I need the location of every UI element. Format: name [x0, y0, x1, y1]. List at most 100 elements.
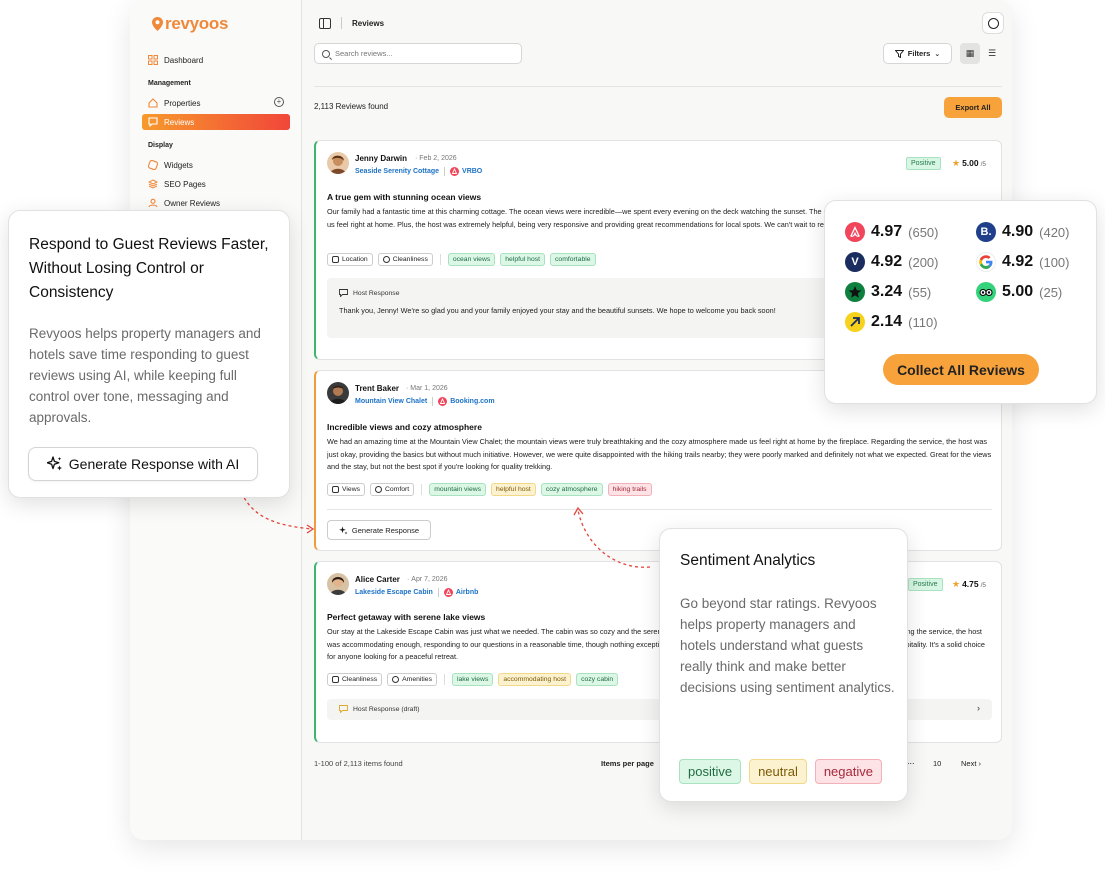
- view-toggle: ▦ ☰: [960, 43, 1002, 64]
- avatar: [327, 382, 349, 404]
- sentiment-tag: cozy cabin: [576, 673, 619, 686]
- property-link[interactable]: Mountain View Chalet: [355, 398, 427, 405]
- sentiment-badge: Positive: [908, 578, 943, 591]
- sentiment-tag: ocean views: [447, 253, 496, 266]
- items-per-page-label: Items per page: [601, 759, 654, 768]
- tag-row: Cleanliness Amenities lake views accommo…: [327, 673, 619, 686]
- generate-response-button[interactable]: Generate Response: [327, 520, 431, 540]
- toggle-sidebar-icon[interactable]: [319, 17, 331, 29]
- positive-tag: positive: [679, 759, 742, 784]
- sparkle-icon: [339, 526, 348, 534]
- sidebar-item-seo-pages[interactable]: SEO Pages: [142, 176, 290, 192]
- sidebar-section-display: Display: [148, 142, 173, 149]
- image-icon: [332, 486, 339, 493]
- sparkle-icon: [382, 256, 390, 263]
- review-date: · Mar 1, 2026: [406, 385, 448, 392]
- callout-title: Sentiment Analytics: [680, 552, 816, 569]
- divider: [341, 17, 342, 29]
- review-property: Lakeside Escape Cabin Airbnb: [355, 588, 478, 597]
- property-link[interactable]: Lakeside Escape Cabin: [355, 589, 433, 596]
- sentiment-tag: hiking trails: [607, 483, 652, 496]
- chevron-right-icon: ›: [977, 703, 980, 713]
- filters-label: Filters: [907, 49, 931, 58]
- page-10-link[interactable]: 10: [933, 759, 941, 768]
- rating-airbnb: 4.97 (650): [845, 222, 939, 242]
- next-page-button[interactable]: Next ›: [961, 759, 981, 768]
- channel: Booking.com: [438, 397, 495, 406]
- sentiment-tag: mountain views: [429, 483, 487, 496]
- review-property: Mountain View Chalet Booking.com: [355, 397, 495, 406]
- airbnb-icon: [443, 588, 453, 597]
- chat-icon: [339, 705, 348, 713]
- sentiment-tag: helpful host: [500, 253, 546, 266]
- category-tag: Cleanliness: [377, 253, 433, 266]
- history-clock-button[interactable]: [982, 12, 1004, 34]
- sidebar-item-dashboard[interactable]: Dashboard: [142, 52, 290, 68]
- rating-score: ★ 4.75/5: [952, 579, 987, 589]
- ai-response-callout: Respond to Guest Reviews Faster, Without…: [8, 210, 290, 498]
- sidebar-item-label: Widgets: [164, 160, 193, 170]
- rating-booking: B. 4.90 (420): [976, 222, 1070, 242]
- rating-vrbo: V 4.92 (200): [845, 252, 939, 272]
- reviewer-name: Trent Baker: [355, 384, 400, 393]
- host-response-label: Host Response: [339, 289, 399, 297]
- channel: VRBO: [450, 167, 482, 176]
- review-date: · Apr 7, 2026: [407, 576, 448, 583]
- list-view-icon[interactable]: ☰: [982, 43, 1002, 64]
- search-icon: [322, 49, 330, 58]
- export-all-button[interactable]: Export All: [944, 97, 1002, 118]
- review-title: Perfect getaway with serene lake views: [327, 612, 486, 622]
- filters-button[interactable]: Filters ⌄: [883, 43, 952, 64]
- sentiment-tag: helpful host: [491, 483, 536, 496]
- rating-score: ★ 5.00/5: [952, 158, 987, 168]
- booking-icon: B.: [976, 222, 996, 242]
- broom-icon: [332, 676, 339, 683]
- sparkle-icon: [46, 456, 62, 471]
- sentiment-tag: lake views: [451, 673, 494, 686]
- callout-body: Go beyond star ratings. Revyoos helps pr…: [680, 596, 895, 695]
- review-body: We had an amazing time at the Mountain V…: [327, 437, 992, 471]
- rating-tripadvisor: 5.00 (25): [976, 282, 1062, 302]
- sidebar-item-properties[interactable]: Properties +: [142, 95, 290, 111]
- vrbo-icon: V: [845, 252, 865, 272]
- review-property: Seaside Serenity Cottage VRBO: [355, 167, 482, 176]
- rating-google: 4.92 (100): [976, 252, 1070, 272]
- chevron-right-icon: ›: [978, 759, 982, 768]
- collect-all-reviews-button[interactable]: Collect All Reviews: [883, 354, 1039, 385]
- sentiment-analytics-callout: Sentiment Analytics Go beyond star ratin…: [659, 528, 908, 802]
- map-icon: [332, 256, 339, 263]
- property-link[interactable]: Seaside Serenity Cottage: [355, 168, 439, 175]
- layers-icon: [148, 179, 158, 189]
- tripadvisor-icon: [976, 282, 996, 302]
- neutral-tag: neutral: [749, 759, 807, 784]
- booking-icon: [438, 397, 448, 406]
- star-icon: ★: [952, 158, 961, 168]
- callout-title: Respond to Guest Reviews Faster, Without…: [29, 236, 269, 301]
- avatar: [327, 152, 349, 174]
- sidebar-item-reviews[interactable]: Reviews: [142, 114, 290, 130]
- sidebar-item-widgets[interactable]: Widgets: [142, 157, 290, 173]
- sentiment-badge: Positive: [906, 157, 941, 170]
- sparkle-icon: [392, 676, 400, 683]
- add-property-icon[interactable]: +: [274, 97, 284, 107]
- sidebar-item-label: Reviews: [164, 117, 195, 127]
- grid-icon: [148, 55, 158, 65]
- sidebar-item-label: Dashboard: [164, 55, 204, 65]
- search-box[interactable]: [314, 43, 522, 64]
- sidebar-item-label: Properties: [164, 98, 201, 108]
- widget-icon: [148, 160, 158, 170]
- category-tag: Comfort: [370, 483, 415, 496]
- reviewer-name: Alice Carter: [355, 575, 400, 584]
- host-response-label: Host Response (draft): [339, 705, 420, 713]
- review-date: · Feb 2, 2026: [415, 155, 457, 162]
- brand-logo[interactable]: revyoos: [152, 14, 228, 34]
- filter-icon: [894, 49, 904, 58]
- sidebar-item-label: Owner Reviews: [164, 198, 221, 208]
- card-view-icon[interactable]: ▦: [960, 43, 980, 64]
- sidebar-item-owner-reviews[interactable]: Owner Reviews: [142, 195, 290, 211]
- search-input[interactable]: [335, 49, 515, 58]
- generate-response-ai-button[interactable]: Generate Response with AI: [28, 447, 258, 481]
- brand-name: revyoos: [165, 14, 229, 33]
- sentiment-legend: positive neutral negative: [679, 759, 882, 784]
- sparkle-icon: [375, 486, 383, 493]
